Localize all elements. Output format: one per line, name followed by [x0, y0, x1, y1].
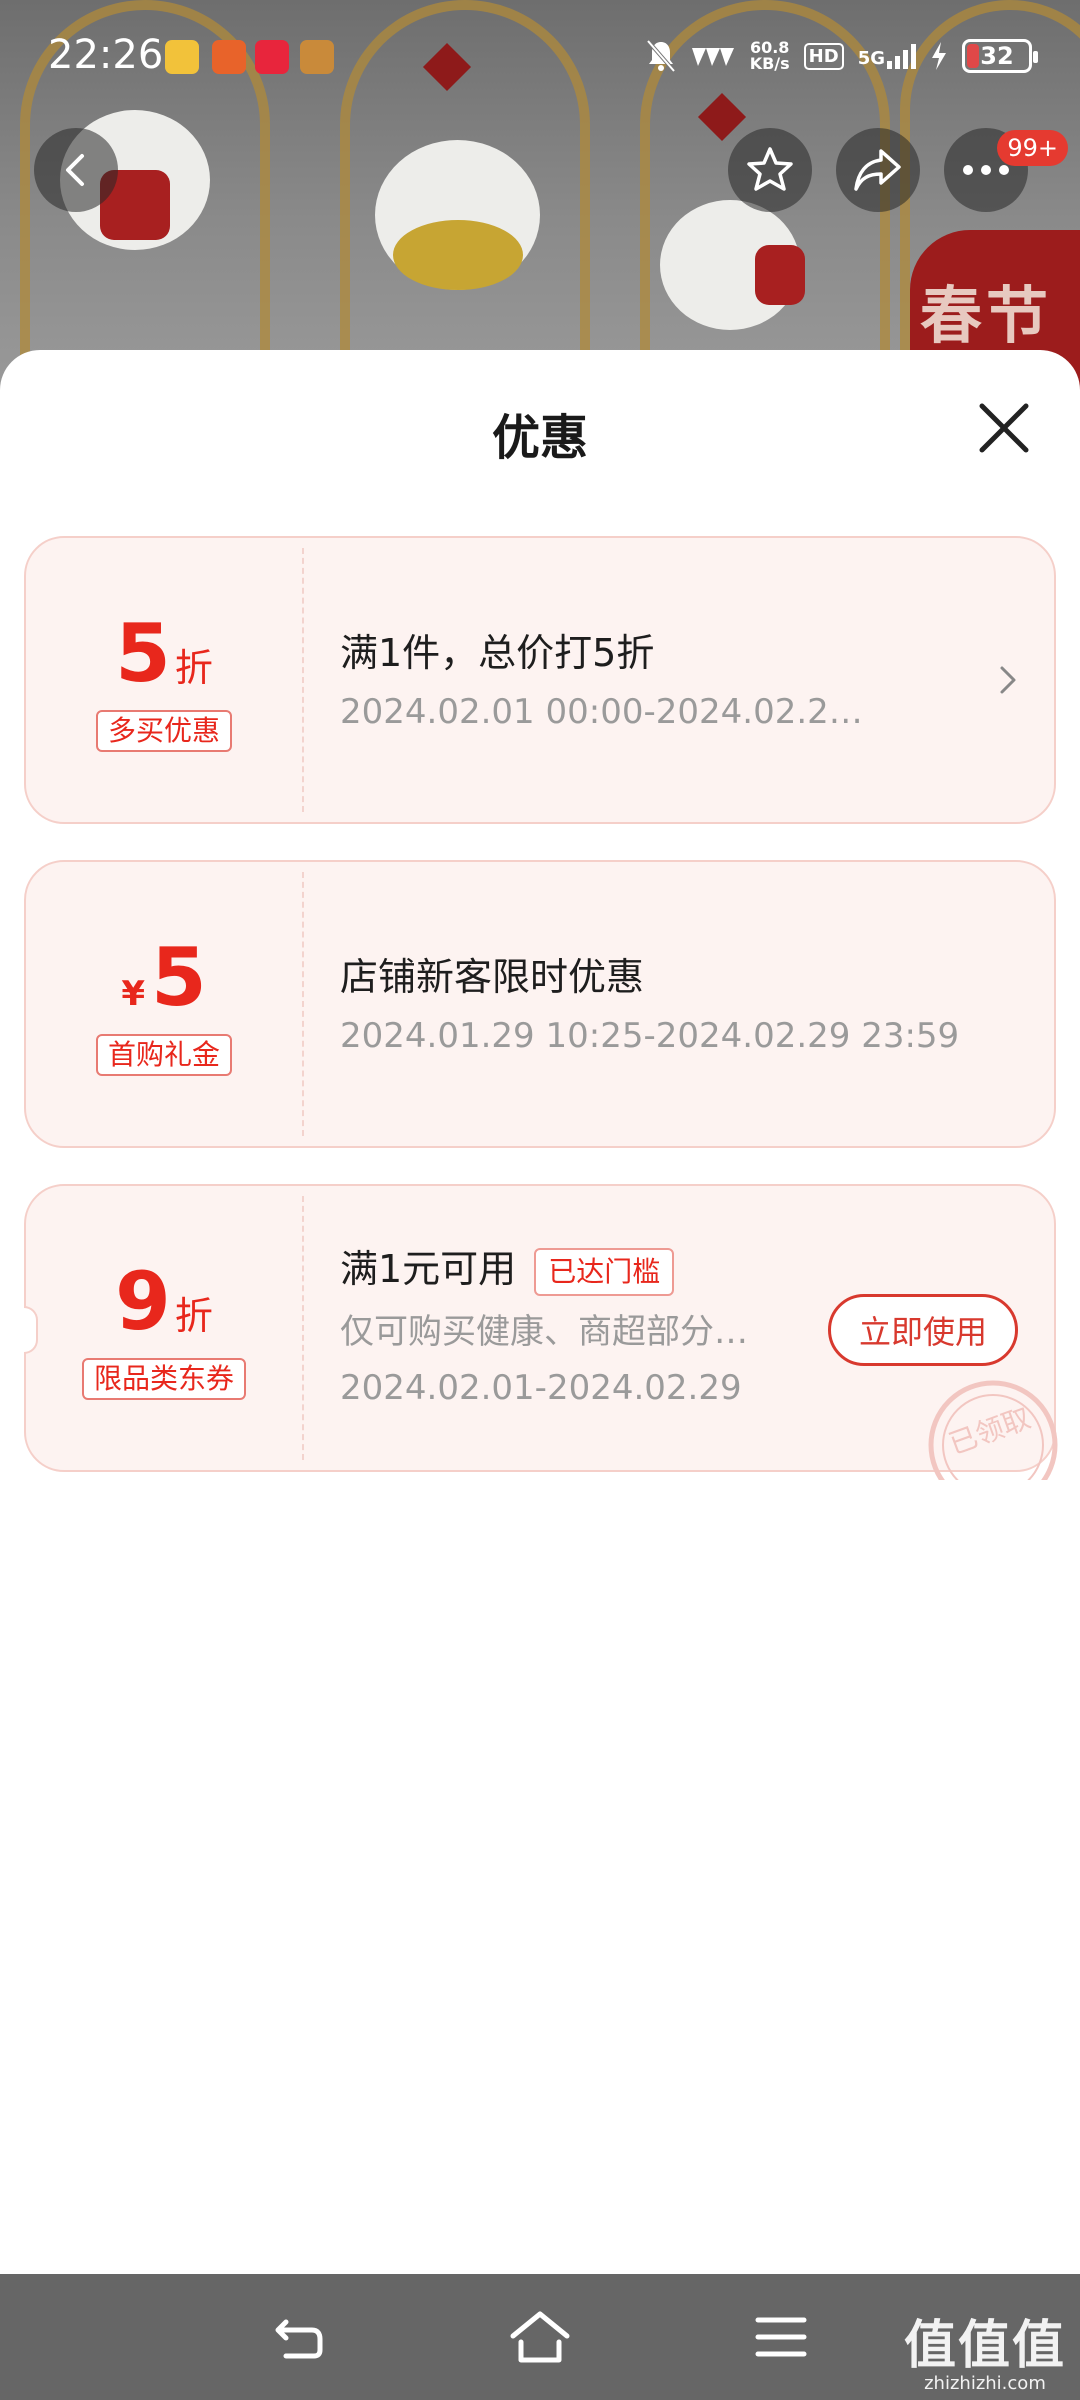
- chevron-left-icon: [66, 154, 84, 186]
- use-now-button[interactable]: 立即使用: [828, 1294, 1018, 1366]
- status-indicators: 60.8 KB/s HD 5G 32: [646, 36, 1038, 76]
- coupon-divider: [302, 548, 304, 812]
- coupon-validity: 2024.01.29 10:25-2024.02.29 23:59: [340, 1016, 960, 1056]
- share-button[interactable]: [836, 128, 920, 212]
- coupon-amount: 5 折: [115, 608, 213, 700]
- coupon-amount-number: 9: [115, 1255, 171, 1348]
- nav-back-icon[interactable]: [264, 2302, 334, 2372]
- coupon-validity: 2024.02.01 00:00-2024.02.2…: [340, 692, 863, 732]
- sheet-title: 优惠: [491, 410, 588, 466]
- coupon-amount-number: 5: [115, 607, 171, 700]
- app-notification-icon: [255, 40, 289, 74]
- system-nav-bar: 值值值 zhizhizhi.com: [0, 2274, 1080, 2400]
- mute-bell-icon: [646, 39, 676, 73]
- wifi-carrier-icon: [691, 48, 734, 66]
- coupon-card[interactable]: 9 折 限品类东券 满1元可用 已达门槛 仅可购买健康、商超部分… 2024.02…: [24, 1184, 1058, 1480]
- app-notification-icon: [212, 40, 246, 74]
- coupon-amount-number: 5: [151, 931, 207, 1024]
- net-speed-unit: KB/s: [749, 54, 790, 73]
- notification-badge: 99+: [997, 130, 1068, 166]
- coupon-card[interactable]: 5 折 多买优惠 满1件，总价打5折 2024.02.01 00:00-2024…: [24, 536, 1056, 824]
- nav-home-icon[interactable]: [505, 2302, 575, 2372]
- nav-menu-icon[interactable]: [746, 2302, 816, 2372]
- coupon-currency: ¥: [121, 974, 145, 1014]
- back-button[interactable]: [34, 128, 118, 212]
- coupon-card[interactable]: ¥ 5 首购礼金 店铺新客限时优惠 2024.01.29 10:25-2024.…: [24, 860, 1056, 1148]
- coupon-title-row: 满1元可用 已达门槛: [340, 1238, 675, 1296]
- star-icon: [747, 147, 793, 191]
- network-type-label: 5G: [857, 48, 885, 69]
- chevron-right-icon[interactable]: [996, 658, 1020, 702]
- threshold-reached-tag: 已达门槛: [534, 1247, 675, 1296]
- watermark-main: 值值值: [903, 2315, 1066, 2376]
- coupon-value-area: ¥ 5 首购礼金: [26, 862, 302, 1146]
- net-speed: 60.8 KB/s: [750, 40, 790, 72]
- coupon-title: 满1元可用: [340, 1247, 517, 1291]
- hd-icon: HD: [803, 42, 844, 70]
- charging-icon: [932, 42, 946, 70]
- coupon-validity: 2024.02.01-2024.02.29: [340, 1368, 742, 1408]
- app-notification-icon: [165, 40, 199, 74]
- favorite-button[interactable]: [728, 128, 812, 212]
- coupon-type-tag: 限品类东券: [81, 1358, 246, 1400]
- status-bar: 22:26 60.8 KB/s HD 5G 32: [0, 0, 1080, 110]
- coupon-amount: 9 折: [115, 1256, 213, 1348]
- close-icon[interactable]: [972, 396, 1036, 460]
- coupon-title: 满1件，总价打5折: [340, 631, 655, 675]
- coupon-page: 春节 22:26 60.8 KB/s HD 5G 32 99+ 优惠 5 折 多…: [0, 0, 1080, 2400]
- coupon-type-tag: 多买优惠: [95, 710, 232, 752]
- claimed-stamp: 已领取: [928, 1380, 1058, 1480]
- coupon-type-tag: 首购礼金: [95, 1034, 232, 1076]
- share-icon: [854, 149, 901, 191]
- watermark: 值值值 zhizhizhi.com: [904, 2318, 1066, 2394]
- coupon-value-area: 5 折 多买优惠: [26, 538, 302, 822]
- coupon-amount: ¥ 5: [121, 932, 206, 1024]
- coupon-amount-unit: 折: [174, 1294, 213, 1338]
- coupon-value-area: 9 折 限品类东券: [26, 1186, 302, 1470]
- coupon-divider: [302, 872, 304, 1136]
- coupon-sheet: 优惠 5 折 多买优惠 满1件，总价打5折 2024.02.01 00:00-2…: [0, 350, 1080, 2275]
- background-banner-text: 春节: [919, 279, 1052, 352]
- watermark-sub: zhizhizhi.com: [924, 2373, 1046, 2394]
- coupon-details: 店铺新客限时优惠 2024.01.29 10:25-2024.02.29 23:…: [340, 862, 1014, 1146]
- coupon-divider: [302, 1196, 304, 1460]
- coupon-details: 满1件，总价打5折 2024.02.01 00:00-2024.02.2…: [340, 538, 1014, 822]
- battery-level: 32: [980, 42, 1014, 70]
- status-time: 22:26: [48, 32, 164, 78]
- coupon-amount-unit: 折: [174, 646, 213, 690]
- signal-strength-icon: [887, 43, 916, 69]
- more-dots-icon: [963, 165, 1009, 175]
- coupon-description: 仅可购买健康、商超部分…: [340, 1312, 748, 1352]
- coupon-title: 店铺新客限时优惠: [340, 955, 645, 999]
- battery-icon: 32: [962, 39, 1038, 73]
- app-notification-icon: [300, 40, 334, 74]
